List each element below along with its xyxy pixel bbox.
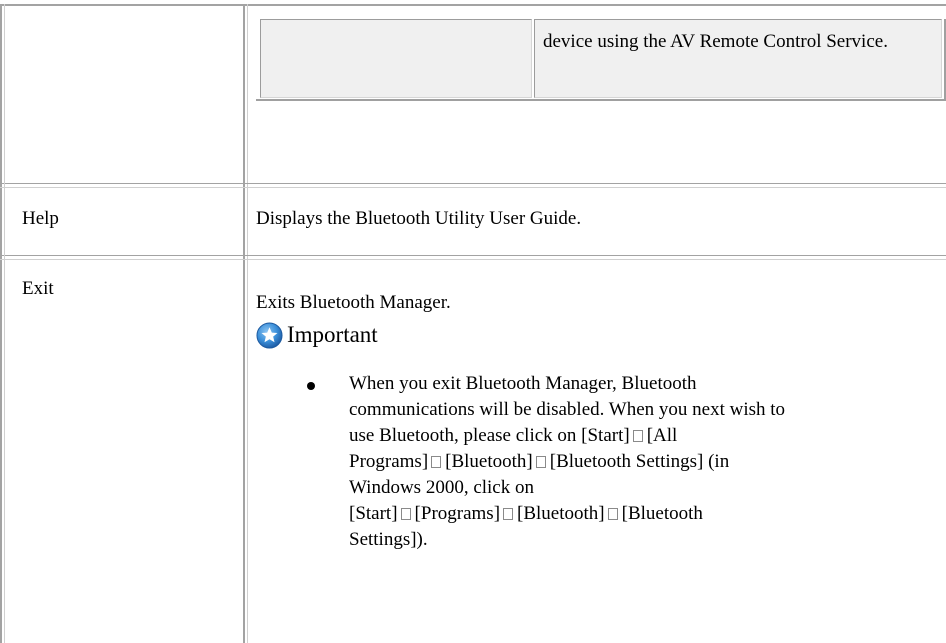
arrow-glyph-icon [400,508,411,520]
document-page: device using the AV Remote Control Servi… [0,0,946,643]
bullet-line-3-tail: [All [646,425,678,446]
column-divider-inner [247,4,248,643]
bullet-line-4-b: [Bluetooth] [445,451,533,472]
help-description: Displays the Bluetooth Utility User Guid… [256,208,582,229]
nested-cell-left [260,19,532,98]
row-divider-1b [0,187,946,188]
arrow-glyph-icon [535,456,546,468]
bullet-line-4-a: Programs] [349,451,429,472]
bullet-line-4-c: [Bluetooth Settings] (in [549,451,730,472]
bullet-line-6: [Start] [Programs] [Bluetooth] [Bluetooth [349,501,946,527]
bullet-line-6-d: [Bluetooth [621,503,703,524]
help-label: Help [22,208,59,229]
bullet-line-7: Settings]). [349,529,428,550]
important-title: Important [287,322,378,347]
arrow-glyph-icon [632,430,643,442]
bullet-line-6-c: [Bluetooth] [517,503,605,524]
exit-label: Exit [22,278,54,299]
row-divider-1 [0,183,946,184]
bullet-line-2: communications will be disabled. When yo… [349,399,786,420]
table-top-border [0,4,946,6]
bullet-dot-icon [307,382,315,390]
row-left-divider-1 [4,4,5,643]
arrow-glyph-icon [431,456,442,468]
table-left-border [0,4,2,643]
important-star-icon [256,321,283,349]
arrow-glyph-icon [607,508,618,520]
nested-table-bottom-border [256,99,946,101]
bullet-line-3: use Bluetooth, please click on [Start] [A… [349,423,946,449]
important-note-header: Important [256,319,378,351]
bullet-line-4: Programs] [Bluetooth] [Bluetooth Settings]… [349,449,946,475]
nested-cell-right-text: device using the AV Remote Control Servi… [543,31,888,52]
bullet-line-6-b: [Programs] [414,503,501,524]
nested-cell-right: device using the AV Remote Control Servi… [534,19,942,98]
nested-table: device using the AV Remote Control Servi… [255,19,946,101]
bullet-line-5: Windows 2000, click on [349,477,534,498]
important-bullet-text: When you exit Bluetooth Manager, Bluetoo… [349,371,946,553]
bullet-line-6-a: [Start] [349,503,398,524]
row-divider-2b [0,259,946,260]
column-divider [243,4,245,643]
row-divider-2 [0,255,946,256]
bullet-line-1: When you exit Bluetooth Manager, Bluetoo… [349,373,697,394]
bullet-line-3-text: use Bluetooth, please click on [Start] [349,425,630,446]
arrow-glyph-icon [503,508,514,520]
exit-description: Exits Bluetooth Manager. [256,292,451,313]
